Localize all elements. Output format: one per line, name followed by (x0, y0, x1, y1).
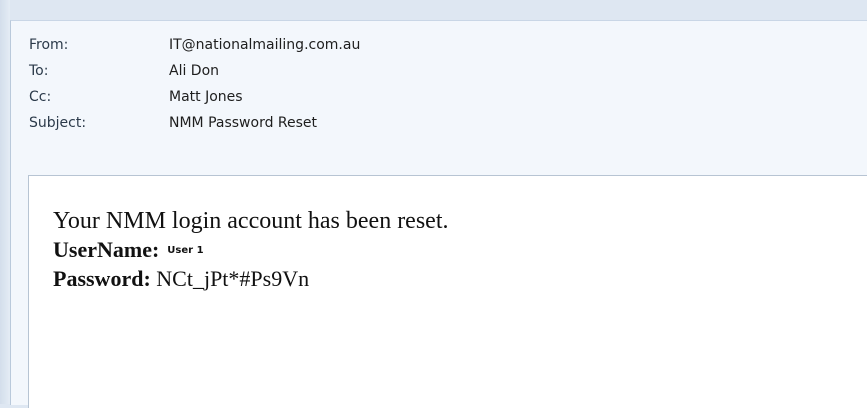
password-line: Password: NCt_jPt*#Ps9Vn (53, 265, 449, 293)
to-value[interactable]: Ali Don (169, 63, 219, 79)
password-label: Password: (53, 266, 151, 291)
to-label: To: (29, 63, 49, 79)
from-label: From: (29, 37, 69, 53)
subject-label: Subject: (29, 115, 87, 131)
username-value: User 1 (167, 245, 204, 256)
cc-label: Cc: (29, 89, 52, 105)
message-reading-pane: From: IT@nationalmailing.com.au To: Ali … (10, 20, 867, 408)
message-body[interactable]: Your NMM login account has been reset. U… (28, 175, 867, 408)
from-value[interactable]: IT@nationalmailing.com.au (169, 37, 360, 53)
cc-value[interactable]: Matt Jones (169, 89, 243, 105)
message-line-reset: Your NMM login account has been reset. (53, 208, 449, 234)
password-value: NCt_jPt*#Ps9Vn (156, 266, 310, 291)
username-label: UserName: (53, 237, 160, 262)
message-content: Your NMM login account has been reset. U… (53, 206, 449, 293)
subject-value: NMM Password Reset (169, 115, 318, 131)
username-line: UserName: User 1 (53, 236, 449, 265)
window-left-rail (0, 0, 10, 404)
